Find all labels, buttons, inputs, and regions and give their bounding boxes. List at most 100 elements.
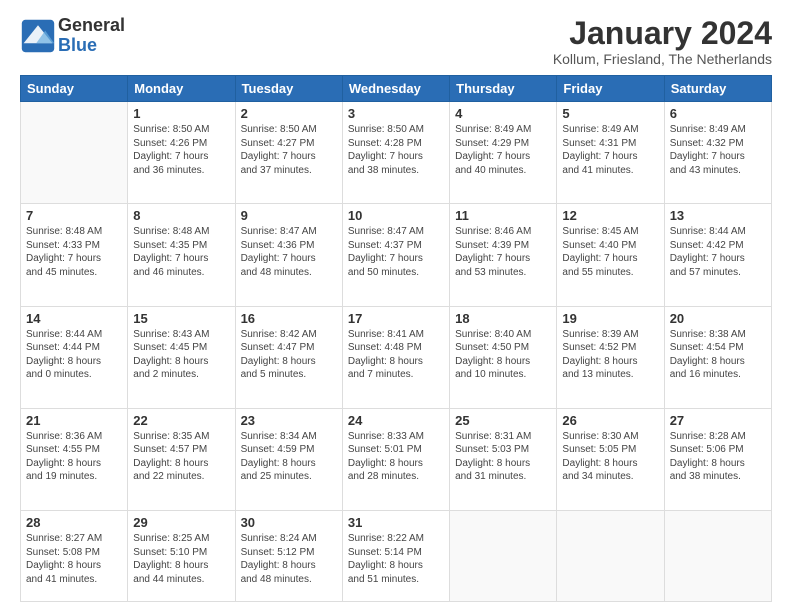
day-number: 18	[455, 311, 551, 326]
day-number: 29	[133, 515, 229, 530]
table-row: 5 Sunrise: 8:49 AM Sunset: 4:31 PM Daylig…	[557, 102, 664, 204]
table-row: 16 Sunrise: 8:42 AM Sunset: 4:47 PM Dayli…	[235, 306, 342, 408]
cell-info: Sunrise: 8:42 AM Sunset: 4:47 PM Dayligh…	[241, 328, 337, 382]
table-row: 23 Sunrise: 8:34 AM Sunset: 4:59 PM Dayli…	[235, 408, 342, 510]
cell-info: Sunrise: 8:49 AM Sunset: 4:31 PM Dayligh…	[562, 123, 658, 177]
table-row: 31 Sunrise: 8:22 AM Sunset: 5:14 PM Dayli…	[342, 511, 449, 602]
table-row: 19 Sunrise: 8:39 AM Sunset: 4:52 PM Dayli…	[557, 306, 664, 408]
cell-info: Sunrise: 8:28 AM Sunset: 5:06 PM Dayligh…	[670, 430, 766, 484]
day-number: 2	[241, 106, 337, 121]
table-row: 21 Sunrise: 8:36 AM Sunset: 4:55 PM Dayli…	[21, 408, 128, 510]
day-number: 20	[670, 311, 766, 326]
cell-info: Sunrise: 8:38 AM Sunset: 4:54 PM Dayligh…	[670, 328, 766, 382]
table-row: 15 Sunrise: 8:43 AM Sunset: 4:45 PM Dayli…	[128, 306, 235, 408]
header-wednesday: Wednesday	[342, 76, 449, 102]
table-row: 14 Sunrise: 8:44 AM Sunset: 4:44 PM Dayli…	[21, 306, 128, 408]
table-row	[557, 511, 664, 602]
cell-info: Sunrise: 8:36 AM Sunset: 4:55 PM Dayligh…	[26, 430, 122, 484]
day-number: 10	[348, 208, 444, 223]
day-number: 28	[26, 515, 122, 530]
table-row: 13Sunrise: 8:44 AM Sunset: 4:42 PM Dayli…	[664, 204, 771, 306]
cell-info: Sunrise: 8:41 AM Sunset: 4:48 PM Dayligh…	[348, 328, 444, 382]
cell-info: Sunrise: 8:33 AM Sunset: 5:01 PM Dayligh…	[348, 430, 444, 484]
cell-info: Sunrise: 8:39 AM Sunset: 4:52 PM Dayligh…	[562, 328, 658, 382]
table-row: 12 Sunrise: 8:45 AM Sunset: 4:40 PM Dayli…	[557, 204, 664, 306]
table-row	[664, 511, 771, 602]
cell-info: Sunrise: 8:48 AM Sunset: 4:35 PM Dayligh…	[133, 225, 229, 279]
day-number: 31	[348, 515, 444, 530]
day-number: 1	[133, 106, 229, 121]
table-row: 1Sunrise: 8:50 AM Sunset: 4:26 PM Daylig…	[128, 102, 235, 204]
table-row: 11Sunrise: 8:46 AM Sunset: 4:39 PM Dayli…	[450, 204, 557, 306]
day-number: 3	[348, 106, 444, 121]
table-row	[450, 511, 557, 602]
day-number: 8	[133, 208, 229, 223]
table-row: 4 Sunrise: 8:49 AM Sunset: 4:29 PM Daylig…	[450, 102, 557, 204]
logo-general-label: General	[58, 16, 125, 36]
cell-info: Sunrise: 8:35 AM Sunset: 4:57 PM Dayligh…	[133, 430, 229, 484]
day-number: 21	[26, 413, 122, 428]
cell-info: Sunrise: 8:25 AM Sunset: 5:10 PM Dayligh…	[133, 532, 229, 586]
day-number: 26	[562, 413, 658, 428]
day-number: 17	[348, 311, 444, 326]
header-thursday: Thursday	[450, 76, 557, 102]
calendar-table: Sunday Monday Tuesday Wednesday Thursday…	[20, 75, 772, 602]
table-row: 2 Sunrise: 8:50 AM Sunset: 4:27 PM Daylig…	[235, 102, 342, 204]
cell-info: Sunrise: 8:45 AM Sunset: 4:40 PM Dayligh…	[562, 225, 658, 279]
header-saturday: Saturday	[664, 76, 771, 102]
cell-info: Sunrise: 8:50 AM Sunset: 4:27 PM Dayligh…	[241, 123, 337, 177]
table-row: 26 Sunrise: 8:30 AM Sunset: 5:05 PM Dayli…	[557, 408, 664, 510]
cell-info: Sunrise: 8:48 AM Sunset: 4:33 PM Dayligh…	[26, 225, 122, 279]
logo-blue-label: Blue	[58, 36, 125, 56]
day-number: 25	[455, 413, 551, 428]
table-row: 3 Sunrise: 8:50 AM Sunset: 4:28 PM Daylig…	[342, 102, 449, 204]
main-title: January 2024	[553, 16, 772, 51]
day-number: 23	[241, 413, 337, 428]
table-row: 22 Sunrise: 8:35 AM Sunset: 4:57 PM Dayli…	[128, 408, 235, 510]
day-number: 15	[133, 311, 229, 326]
cell-info: Sunrise: 8:30 AM Sunset: 5:05 PM Dayligh…	[562, 430, 658, 484]
weekday-header-row: Sunday Monday Tuesday Wednesday Thursday…	[21, 76, 772, 102]
header-sunday: Sunday	[21, 76, 128, 102]
page: General Blue January 2024 Kollum, Friesl…	[0, 0, 792, 612]
day-number: 14	[26, 311, 122, 326]
table-row: 20 Sunrise: 8:38 AM Sunset: 4:54 PM Dayli…	[664, 306, 771, 408]
header-tuesday: Tuesday	[235, 76, 342, 102]
table-row: 30Sunrise: 8:24 AM Sunset: 5:12 PM Dayli…	[235, 511, 342, 602]
table-row: 24 Sunrise: 8:33 AM Sunset: 5:01 PM Dayli…	[342, 408, 449, 510]
table-row: 27 Sunrise: 8:28 AM Sunset: 5:06 PM Dayli…	[664, 408, 771, 510]
table-row: 29 Sunrise: 8:25 AM Sunset: 5:10 PM Dayli…	[128, 511, 235, 602]
table-row: 25Sunrise: 8:31 AM Sunset: 5:03 PM Dayli…	[450, 408, 557, 510]
cell-info: Sunrise: 8:47 AM Sunset: 4:36 PM Dayligh…	[241, 225, 337, 279]
cell-info: Sunrise: 8:22 AM Sunset: 5:14 PM Dayligh…	[348, 532, 444, 586]
cell-info: Sunrise: 8:43 AM Sunset: 4:45 PM Dayligh…	[133, 328, 229, 382]
day-number: 7	[26, 208, 122, 223]
day-number: 6	[670, 106, 766, 121]
title-block: January 2024 Kollum, Friesland, The Neth…	[553, 16, 772, 67]
cell-info: Sunrise: 8:50 AM Sunset: 4:28 PM Dayligh…	[348, 123, 444, 177]
day-number: 16	[241, 311, 337, 326]
cell-info: Sunrise: 8:49 AM Sunset: 4:32 PM Dayligh…	[670, 123, 766, 177]
table-row: 18 Sunrise: 8:40 AM Sunset: 4:50 PM Dayli…	[450, 306, 557, 408]
cell-info: Sunrise: 8:49 AM Sunset: 4:29 PM Dayligh…	[455, 123, 551, 177]
logo-icon	[20, 18, 56, 54]
cell-info: Sunrise: 8:27 AM Sunset: 5:08 PM Dayligh…	[26, 532, 122, 586]
subtitle: Kollum, Friesland, The Netherlands	[553, 51, 772, 67]
cell-info: Sunrise: 8:44 AM Sunset: 4:42 PM Dayligh…	[670, 225, 766, 279]
day-number: 5	[562, 106, 658, 121]
day-number: 4	[455, 106, 551, 121]
table-row: 8 Sunrise: 8:48 AM Sunset: 4:35 PM Daylig…	[128, 204, 235, 306]
day-number: 19	[562, 311, 658, 326]
day-number: 12	[562, 208, 658, 223]
day-number: 30	[241, 515, 337, 530]
day-number: 27	[670, 413, 766, 428]
table-row	[21, 102, 128, 204]
table-row: 7 Sunrise: 8:48 AM Sunset: 4:33 PM Daylig…	[21, 204, 128, 306]
cell-info: Sunrise: 8:44 AM Sunset: 4:44 PM Dayligh…	[26, 328, 122, 382]
day-number: 22	[133, 413, 229, 428]
cell-info: Sunrise: 8:34 AM Sunset: 4:59 PM Dayligh…	[241, 430, 337, 484]
table-row: 6 Sunrise: 8:49 AM Sunset: 4:32 PM Daylig…	[664, 102, 771, 204]
cell-info: Sunrise: 8:40 AM Sunset: 4:50 PM Dayligh…	[455, 328, 551, 382]
day-number: 24	[348, 413, 444, 428]
day-number: 11	[455, 208, 551, 223]
